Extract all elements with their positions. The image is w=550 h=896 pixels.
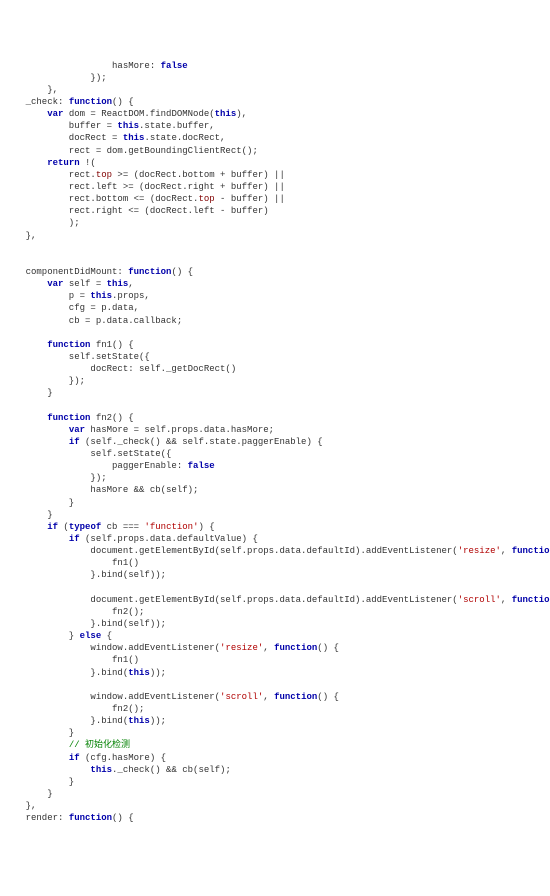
code-block: hasMore: false }); }, _check: function()… [0, 58, 550, 827]
code-content: hasMore: false }); }, _check: function()… [4, 61, 550, 824]
